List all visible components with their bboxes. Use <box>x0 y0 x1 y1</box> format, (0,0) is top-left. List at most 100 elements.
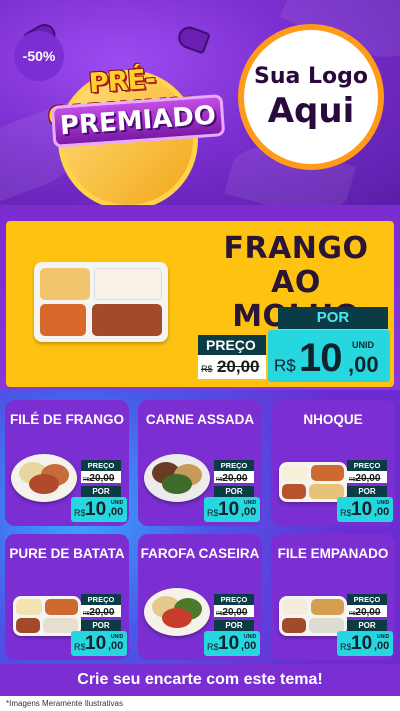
featured-name-line1: FRANGO <box>223 231 369 266</box>
old-price-label: PREÇO <box>198 335 266 355</box>
price-decimal: ,00 <box>241 640 257 652</box>
new-price: R$ 10 UNID ,00 <box>71 631 127 656</box>
price-integer: 10 <box>218 499 240 520</box>
new-price: R$ 10 UNID ,00 <box>204 497 260 522</box>
price-currency: R$ <box>274 356 296 375</box>
food-compartment <box>282 599 308 615</box>
price-integer: 10 <box>85 499 107 520</box>
new-price-label: POR <box>214 620 254 631</box>
product-card[interactable]: CARNE ASSADA PREÇO R$20,00 POR R$ 10 UNID ,00 <box>138 400 262 526</box>
new-price: R$ 10 UNID ,00 <box>71 497 127 522</box>
product-name: CARNE ASSADA <box>145 412 255 427</box>
product-card[interactable]: FAROFA CASEIRA PREÇO R$20,00 POR R$ 10 UNID ,00 <box>138 534 262 660</box>
old-price: R$20,00 <box>214 471 254 484</box>
price-decimal: ,00 <box>374 506 390 518</box>
old-price: R$20,00 <box>81 471 121 484</box>
food-item <box>162 474 192 494</box>
price-integer: 10 <box>218 633 240 654</box>
old-price-value: 20,00 <box>89 473 115 484</box>
old-price-value: 20,00 <box>355 607 381 618</box>
new-price-label: POR <box>347 486 387 497</box>
cta-banner[interactable]: Crie seu encarte com este tema! <box>0 664 400 696</box>
price-decimal: ,00 <box>241 506 257 518</box>
price-integer: 10 <box>351 499 373 520</box>
new-price: R$ 10 UNID ,00 <box>337 497 393 522</box>
old-price-label: PREÇO <box>81 460 121 471</box>
header: PRÉ-CARNAVAL PREMIADO Sua Logo Aqui <box>0 0 400 205</box>
disclaimer: *Imagens Meramente Ilustrativas <box>0 696 400 711</box>
discount-badge: -50% <box>14 31 64 81</box>
old-price-value: 20,00 <box>355 473 381 484</box>
new-price: R$ 10 UNID ,00 <box>268 330 390 382</box>
old-price-value: 20,00 <box>222 473 248 484</box>
new-price-label: POR <box>347 620 387 631</box>
old-price-value: 20,00 <box>216 357 260 376</box>
old-price: R$20,00 <box>214 605 254 618</box>
food-compartment <box>282 618 306 633</box>
food-compartment <box>40 268 90 300</box>
new-price: R$ 10 UNID ,00 <box>204 631 260 656</box>
price-decimal: ,00 <box>108 506 124 518</box>
price-currency: R$ <box>207 642 219 652</box>
old-price-label: PREÇO <box>347 460 387 471</box>
food-plate-image <box>11 454 77 502</box>
price-currency: R$ <box>74 642 86 652</box>
price-decimal: ,00 <box>348 352 379 377</box>
old-price-label: PREÇO <box>81 594 121 605</box>
price-decimal: ,00 <box>108 640 124 652</box>
logo-placeholder: Sua Logo Aqui <box>238 24 384 170</box>
old-price-currency: R$ <box>201 364 213 374</box>
food-compartment <box>94 268 162 300</box>
new-price: R$ 10 UNID ,00 <box>337 631 393 656</box>
food-compartment <box>282 465 308 481</box>
food-compartment <box>92 304 162 336</box>
new-price-label: POR <box>278 307 388 329</box>
product-card[interactable]: NHOQUE PREÇO R$20,00 POR R$ 10 UNID ,00 <box>271 400 395 526</box>
old-price-label: PREÇO <box>347 594 387 605</box>
old-price-label: PREÇO <box>214 594 254 605</box>
food-compartment <box>40 304 86 336</box>
food-tray-image <box>34 262 168 342</box>
old-price: R$20,00 <box>81 605 121 618</box>
price-integer: 10 <box>351 633 373 654</box>
food-compartment <box>282 484 306 499</box>
food-tray-image <box>13 596 81 636</box>
new-price-label: POR <box>81 620 121 631</box>
logo-line1: Sua Logo <box>253 63 368 89</box>
product-card[interactable]: FILÉ DE FRANGO PREÇO R$20,00 POR R$ 10 UNID ,00 <box>5 400 129 526</box>
old-price: R$ 20,00 <box>198 355 266 379</box>
horn-icon <box>175 23 211 55</box>
food-tray-image <box>279 462 347 502</box>
price-currency: R$ <box>340 508 352 518</box>
price-decimal: ,00 <box>374 640 390 652</box>
food-compartment <box>45 599 78 615</box>
food-compartment <box>16 618 40 633</box>
old-price-label: PREÇO <box>214 460 254 471</box>
food-plate-image <box>144 588 210 636</box>
price-unit: UNID <box>352 340 374 350</box>
food-compartment <box>311 465 344 481</box>
price-integer: 10 <box>299 336 342 380</box>
old-price: R$20,00 <box>347 605 387 618</box>
product-name: FILÉ DE FRANGO <box>10 412 124 427</box>
price-currency: R$ <box>340 642 352 652</box>
food-compartment <box>16 599 42 615</box>
product-card[interactable]: PURE DE BATATA PREÇO R$20,00 POR R$ 10 UNID ,00 <box>5 534 129 660</box>
logo-line2: Aqui <box>267 90 355 131</box>
food-tray-image <box>279 596 347 636</box>
old-price-value: 20,00 <box>222 607 248 618</box>
price-currency: R$ <box>207 508 219 518</box>
new-price-label: POR <box>81 486 121 497</box>
food-plate-image <box>144 454 210 502</box>
food-compartment <box>311 599 344 615</box>
food-item <box>29 474 59 494</box>
product-card[interactable]: FILE EMPANADO PREÇO R$20,00 POR R$ 10 UNID ,00 <box>271 534 395 660</box>
old-price-value: 20,00 <box>89 607 115 618</box>
product-name: FILE EMPANADO <box>277 546 389 561</box>
product-name: PURE DE BATATA <box>9 546 125 561</box>
product-name: FAROFA CASEIRA <box>140 546 260 561</box>
new-price-label: POR <box>214 486 254 497</box>
price-integer: 10 <box>85 633 107 654</box>
old-price: R$20,00 <box>347 471 387 484</box>
price-currency: R$ <box>74 508 86 518</box>
